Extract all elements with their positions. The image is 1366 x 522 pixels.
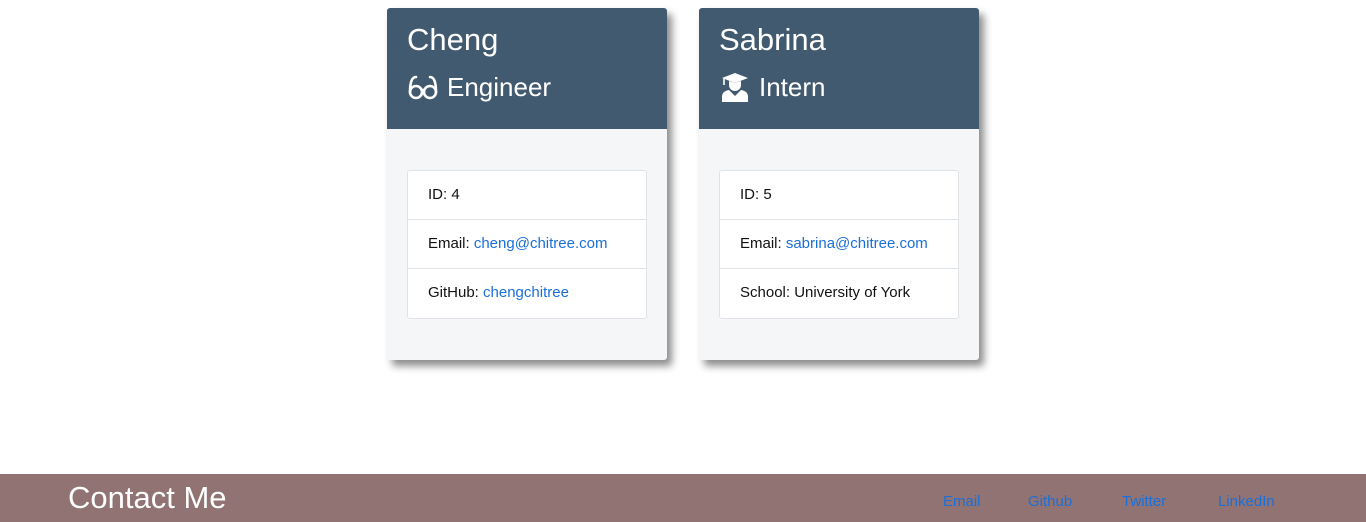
footer: Contact Me Email Github Twitter LinkedIn: [0, 474, 1366, 522]
footer-link-email[interactable]: Email: [943, 493, 981, 511]
employee-name: Cheng: [407, 22, 499, 57]
card-header: Sabrina Intern: [699, 8, 979, 129]
github-link[interactable]: chengchitree: [483, 284, 569, 301]
id-label: ID:: [428, 186, 452, 203]
school-value: University of York: [794, 284, 911, 301]
id-value: 4: [451, 186, 460, 203]
glasses-icon: [407, 72, 439, 102]
employee-card-intern: Sabrina Intern ID: 5 Email: sabrina@chit…: [699, 8, 979, 360]
employee-name: Sabrina: [719, 22, 826, 57]
role-label: Intern: [759, 72, 826, 102]
info-list: ID: 4 Email: cheng@chitree.com GitHub: c…: [407, 170, 647, 319]
email-row: Email: sabrina@chitree.com: [720, 220, 958, 269]
id-value: 5: [763, 186, 772, 203]
footer-link-linkedin[interactable]: LinkedIn: [1218, 493, 1275, 511]
id-row: ID: 5: [720, 171, 958, 220]
email-link[interactable]: sabrina@chitree.com: [786, 235, 928, 252]
id-row: ID: 4: [408, 171, 646, 220]
role-label: Engineer: [447, 72, 552, 102]
email-link[interactable]: cheng@chitree.com: [474, 235, 608, 252]
school-label: School:: [740, 284, 795, 301]
github-row: GitHub: chengchitree: [408, 269, 646, 318]
page: Cheng Engineer ID: 4 Email: cheng@chitre…: [0, 0, 1366, 522]
email-label: Email:: [740, 235, 786, 252]
footer-link-github[interactable]: Github: [1028, 493, 1072, 511]
id-label: ID:: [740, 186, 764, 203]
employee-card-engineer: Cheng Engineer ID: 4 Email: cheng@chitre…: [387, 8, 667, 360]
email-label: Email:: [428, 235, 474, 252]
email-row: Email: cheng@chitree.com: [408, 220, 646, 269]
employee-role: Intern: [719, 70, 959, 104]
footer-title: Contact Me: [68, 480, 227, 515]
card-header: Cheng Engineer: [387, 8, 667, 129]
info-list: ID: 5 Email: sabrina@chitree.com School:…: [719, 170, 959, 319]
employee-role: Engineer: [407, 70, 647, 104]
graduate-icon: [719, 72, 751, 102]
footer-link-twitter[interactable]: Twitter: [1122, 493, 1166, 511]
school-row: School: University of York: [720, 269, 958, 318]
github-label: GitHub:: [428, 284, 484, 301]
